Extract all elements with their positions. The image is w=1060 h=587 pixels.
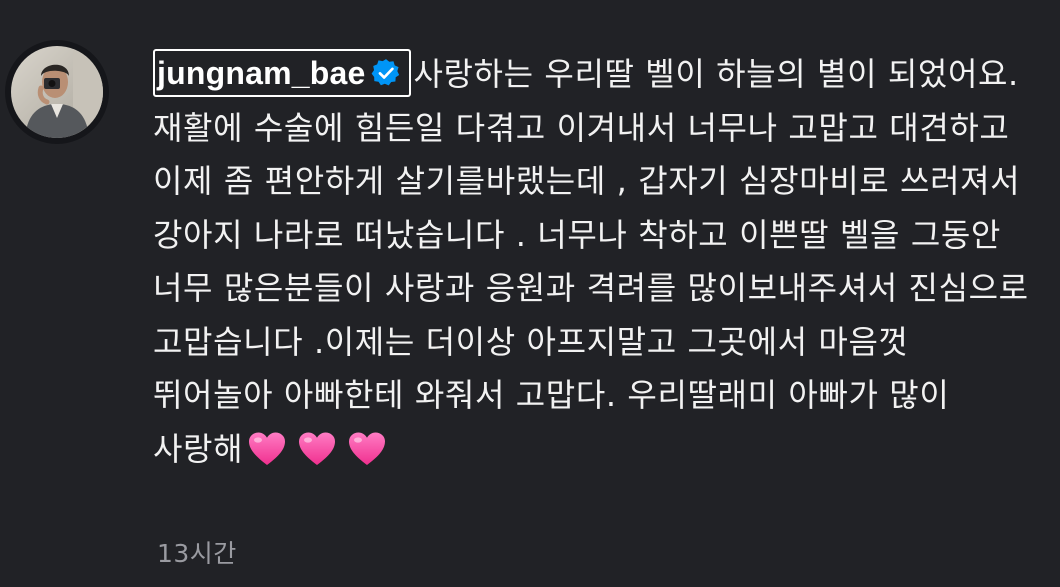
verified-badge-icon — [372, 59, 400, 86]
pink-heart-icon — [249, 432, 286, 465]
pink-heart-icon — [299, 432, 336, 465]
avatar-ring[interactable] — [5, 40, 109, 144]
username-link[interactable]: jungnam_bae — [153, 49, 412, 97]
comment-timestamp[interactable]: 13시간 — [157, 534, 237, 570]
username[interactable]: jungnam_bae — [157, 55, 365, 91]
avatar[interactable] — [11, 46, 103, 138]
comment-text: 사랑하는 우리딸 벨이 하늘의 별이 되었어요. 재활에 수술에 힘든일 다겪고… — [153, 55, 1029, 468]
pink-heart-icon — [349, 432, 386, 465]
comment-body: jungnam_bae 사랑하는 우리딸 벨이 하늘의 별이 되었어요. 재활에 … — [153, 48, 1033, 476]
comment: jungnam_bae 사랑하는 우리딸 벨이 하늘의 별이 되었어요. 재활에 … — [153, 48, 1033, 476]
